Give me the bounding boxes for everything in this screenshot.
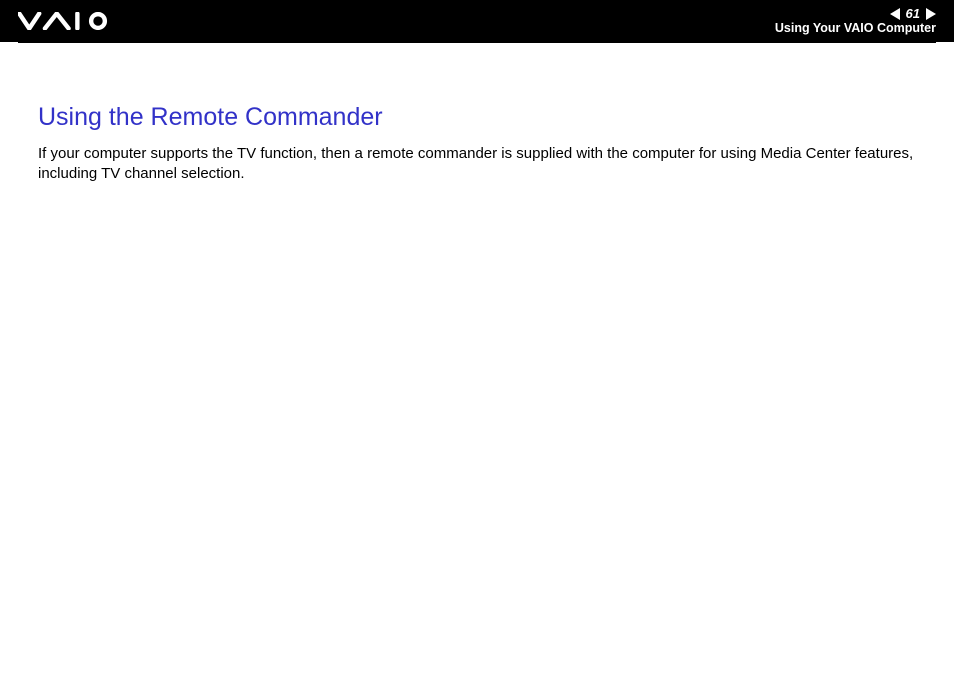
page-nav: 61 xyxy=(890,7,936,20)
vaio-logo xyxy=(18,12,118,30)
header-right: 61 Using Your VAIO Computer xyxy=(775,7,936,35)
page-content: Using the Remote Commander If your compu… xyxy=(0,43,954,185)
page-title: Using the Remote Commander xyxy=(38,103,916,132)
next-page-arrow-icon[interactable] xyxy=(926,8,936,20)
breadcrumb: Using Your VAIO Computer xyxy=(775,22,936,35)
prev-page-arrow-icon[interactable] xyxy=(890,8,900,20)
header-bar: 61 Using Your VAIO Computer xyxy=(0,0,954,42)
page-number: 61 xyxy=(904,7,922,20)
body-paragraph: If your computer supports the TV functio… xyxy=(38,144,916,185)
